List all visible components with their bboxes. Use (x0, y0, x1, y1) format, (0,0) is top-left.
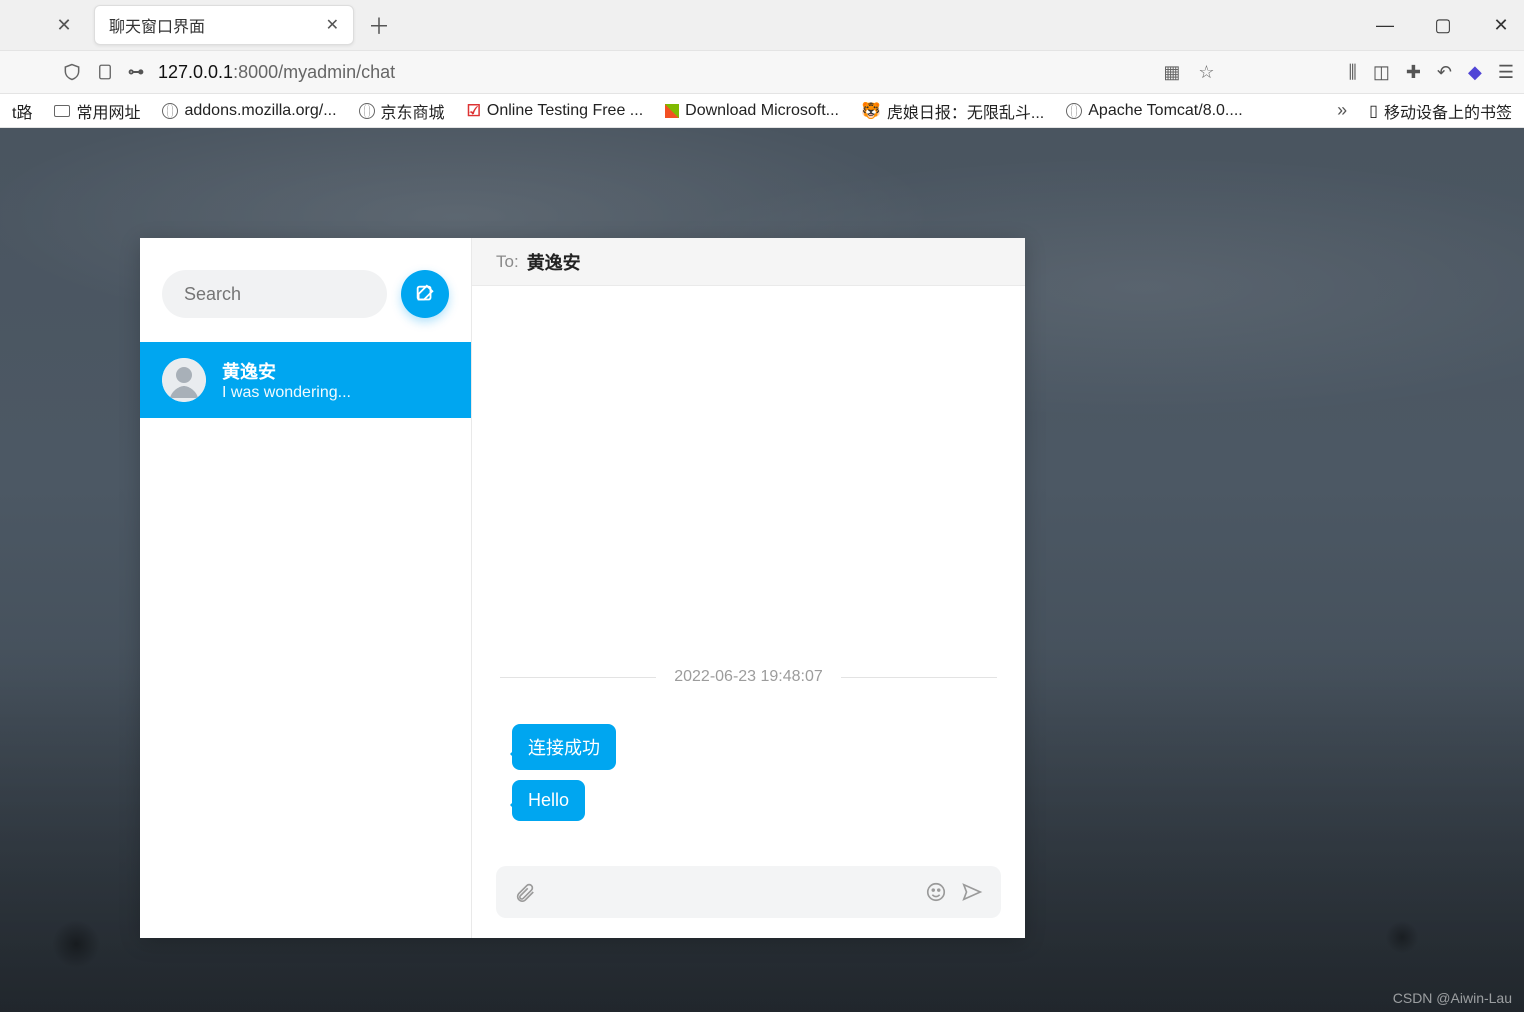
conversation-name: 黄逸安 (222, 358, 351, 384)
chat-app: 黄逸安 I was wondering... To: 黄逸安 2022-06-2… (140, 238, 1025, 938)
avatar (162, 358, 206, 402)
conversation-meta: 黄逸安 I was wondering... (222, 358, 351, 402)
page-icon[interactable] (96, 62, 114, 82)
check-icon: ☑ (467, 101, 481, 121)
folder-icon (54, 105, 70, 117)
qr-icon[interactable]: ▦ (1163, 62, 1180, 83)
maximize-icon[interactable]: ▢ (1434, 15, 1452, 36)
url-path: :8000/myadmin/chat (233, 62, 395, 83)
mobile-icon: ▯ (1369, 101, 1378, 121)
timestamp-divider: 2022-06-23 19:48:07 (500, 668, 997, 686)
extension-icon[interactable]: ◆ (1468, 62, 1482, 83)
minimize-icon[interactable]: — (1376, 15, 1394, 36)
globe-icon (359, 103, 375, 119)
bookmark-item[interactable]: ▯移动设备上的书签 (1369, 99, 1512, 123)
url-host: 127.0.0.1 (158, 62, 233, 83)
address-bar: ⊶ 127.0.0.1:8000/myadmin/chat ▦ ☆ ⫼ ◫ ✚ … (0, 50, 1524, 94)
new-tab-button[interactable]: ＋ (368, 9, 390, 41)
chat-recipient: 黄逸安 (527, 249, 581, 275)
close-window-icon[interactable]: ✕ (1492, 15, 1510, 36)
bookmark-item[interactable]: 🐯虎娘日报：无限乱斗... (861, 99, 1044, 123)
crop-icon[interactable]: ✚ (1406, 62, 1421, 83)
bookmark-item[interactable]: 京东商城 (359, 99, 445, 123)
bookmark-item[interactable]: addons.mozilla.org/... (162, 102, 336, 120)
bookmarks-bar: t路 常用网址 addons.mozilla.org/... 京东商城 ☑Onl… (0, 94, 1524, 128)
close-icon[interactable]: ✕ (40, 15, 88, 36)
message-composer[interactable] (496, 866, 1001, 918)
undo-icon[interactable]: ↶ (1437, 62, 1452, 83)
sidebar: 黄逸安 I was wondering... (140, 238, 472, 938)
conversation-item[interactable]: 黄逸安 I was wondering... (140, 342, 471, 418)
globe-icon (162, 103, 178, 119)
sidebar-icon[interactable]: ◫ (1373, 62, 1390, 83)
chat-header: To: 黄逸安 (472, 238, 1025, 286)
divider-line (500, 677, 656, 678)
compose-button[interactable] (401, 270, 449, 318)
to-label: To: (496, 252, 519, 272)
send-icon[interactable] (961, 881, 983, 903)
bookmark-star-icon[interactable]: ☆ (1198, 62, 1214, 83)
menu-icon[interactable]: ☰ (1498, 62, 1514, 83)
watermark: CSDN @Aiwin-Lau (1393, 990, 1512, 1006)
message-bubble: Hello (512, 780, 585, 821)
window-controls: — ▢ ✕ (1376, 15, 1524, 36)
microsoft-icon (665, 104, 679, 118)
browser-tab[interactable]: 聊天窗口界面 ✕ (94, 5, 354, 45)
timestamp: 2022-06-23 19:48:07 (674, 668, 823, 686)
tab-strip: ✕ 聊天窗口界面 ✕ ＋ — ▢ ✕ (0, 0, 1524, 50)
library-icon[interactable]: ⫼ (1349, 62, 1357, 83)
emoji-icon: 🐯 (861, 101, 881, 121)
bookmark-item[interactable]: Download Microsoft... (665, 102, 839, 120)
lock-icon[interactable]: ⊶ (128, 62, 144, 82)
shield-icon[interactable] (62, 62, 82, 82)
bookmark-item[interactable]: t路 (12, 99, 32, 123)
emoji-icon[interactable] (925, 881, 947, 903)
tab-title: 聊天窗口界面 (109, 13, 326, 37)
search-input[interactable] (162, 270, 387, 318)
bookmark-item[interactable]: Apache Tomcat/8.0.... (1066, 102, 1242, 120)
search-row (140, 238, 471, 342)
chat-pane: To: 黄逸安 2022-06-23 19:48:07 连接成功 Hello (472, 238, 1025, 938)
page-background: CSDN @Aiwin-Lau 黄逸安 I was wondering... (0, 128, 1524, 1012)
attach-icon[interactable] (514, 881, 536, 903)
message-list: 2022-06-23 19:48:07 连接成功 Hello (472, 286, 1025, 852)
divider-line (841, 677, 997, 678)
message-bubble: 连接成功 (512, 724, 616, 770)
overflow-icon[interactable]: » (1337, 100, 1347, 121)
bookmark-item[interactable]: 常用网址 (54, 99, 140, 123)
globe-icon (1066, 103, 1082, 119)
tab-close-icon[interactable]: ✕ (326, 15, 339, 35)
conversation-preview: I was wondering... (222, 384, 351, 402)
bookmark-item[interactable]: ☑Online Testing Free ... (467, 101, 644, 121)
url-input[interactable]: 127.0.0.1:8000/myadmin/chat (158, 62, 1149, 83)
search-field[interactable] (184, 284, 365, 305)
